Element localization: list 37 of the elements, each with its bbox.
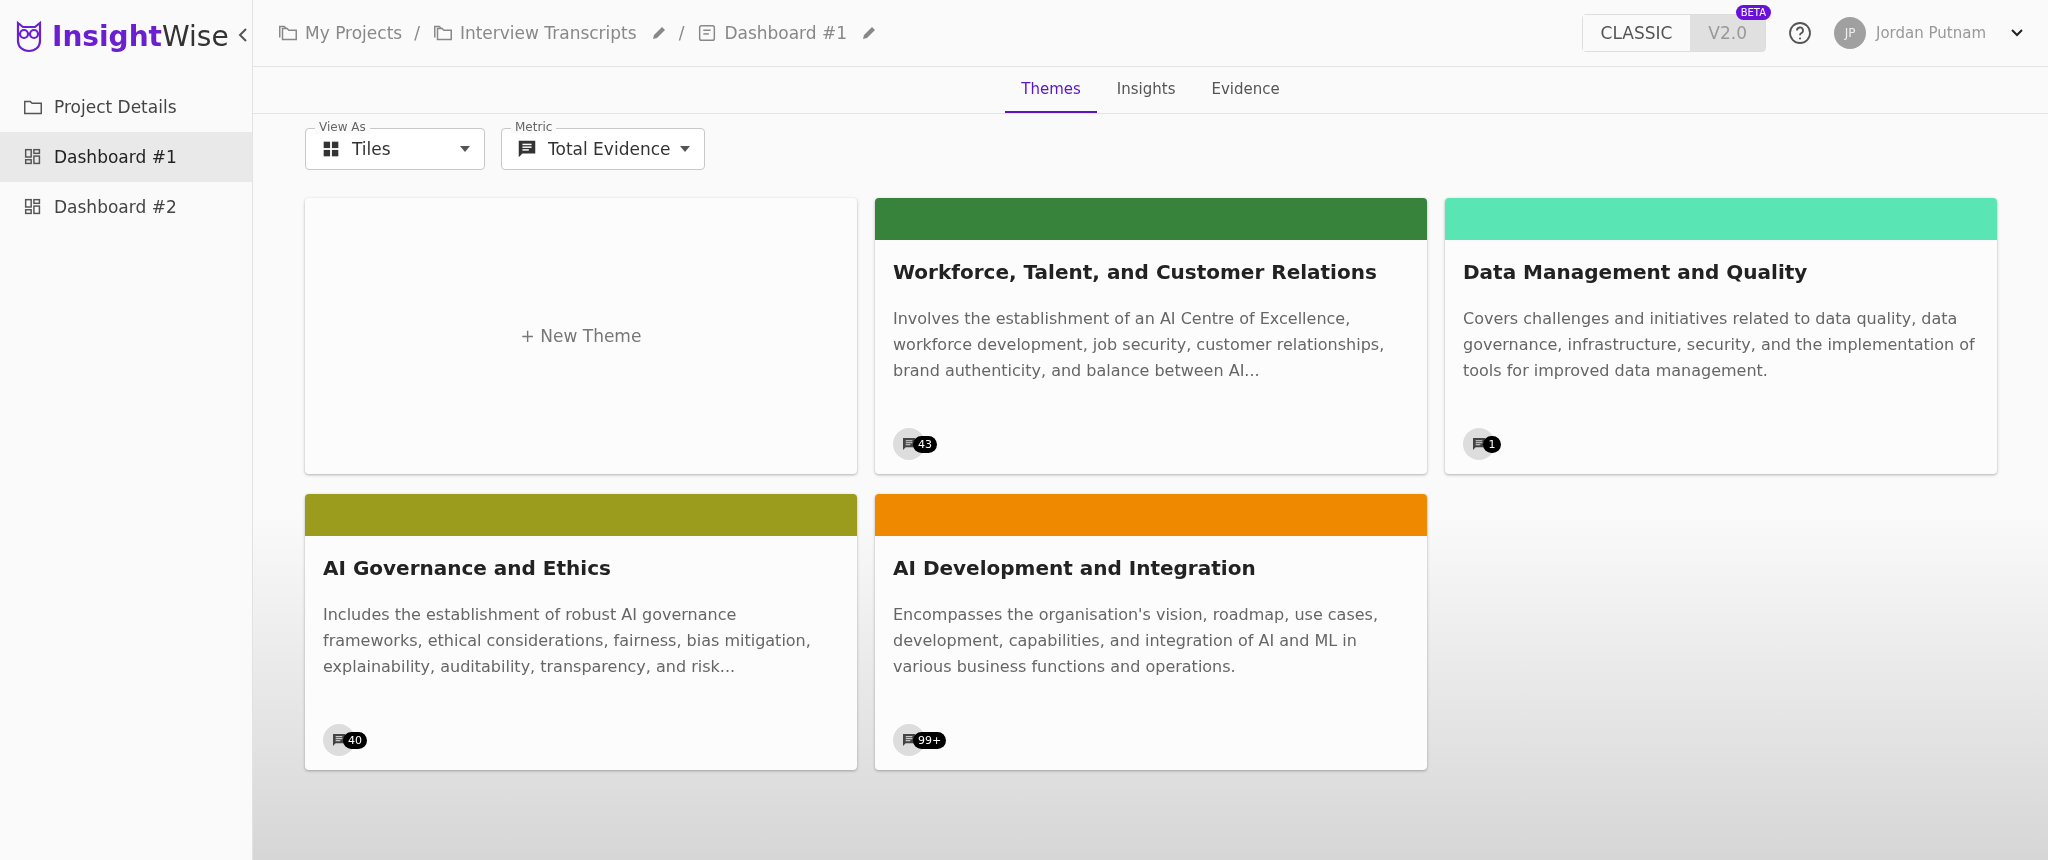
user-name: Jordan Putnam — [1876, 24, 1986, 42]
avatar: JP — [1834, 17, 1866, 49]
theme-description: Covers challenges and initiatives related to data quality, data governance, infrastructure, security, and the implementation of tools for improved data management. — [1463, 308, 1976, 382]
pencil-icon[interactable] — [861, 25, 878, 41]
app-logo: InsightWise — [52, 19, 229, 53]
new-theme-tile[interactable]: + New Theme — [305, 198, 857, 474]
theme-description: Encompasses the organisation's vision, roadmap, use cases, development, capabilities, and integration of AI and ML in various business functions and operations. — [893, 604, 1379, 678]
theme-title: Workforce, Talent, and Customer Relations — [893, 260, 1378, 284]
sidebar-item[interactable]: Project Details — [0, 82, 252, 132]
theme-description: Involves the establishment of an AI Centre of Excellence, workforce development, job security, customer relationships, brand authenticity, and balance between AI... — [893, 308, 1386, 382]
theme-title: AI Development and Integration — [893, 556, 1257, 580]
sidebar-item[interactable]: Dashboard #2 — [0, 182, 252, 232]
breadcrumb-separator: / — [678, 23, 685, 43]
tab[interactable]: Insights — [1100, 67, 1192, 113]
dropdown[interactable]: View As Tiles — [305, 120, 485, 170]
beta-badge: BETA — [1735, 5, 1771, 20]
tab[interactable]: Themes — [1005, 67, 1097, 113]
theme-card[interactable]: AI Development and Integration Encompasses the organisation's vision, roadmap, use cases, development, capabilities, and integration of AI and ML in various business functions and operations. 99+ — [875, 494, 1427, 770]
caret-icon — [680, 146, 691, 152]
sidebar-item[interactable]: Dashboard #1 — [0, 132, 252, 182]
theme-card[interactable] — [875, 198, 1427, 474]
pencil-icon[interactable] — [650, 25, 667, 41]
theme-card[interactable]: AI Governance and Ethics Includes the establishment of robust AI governance frameworks, ethical considerations, fairness, bias mitigation, explainability, auditability, transparency, and risk... 40 — [305, 494, 857, 770]
field-label: View As — [315, 120, 370, 134]
owl-icon — [14, 19, 44, 53]
breadcrumb-link[interactable]: Dashboard #1 — [696, 22, 848, 44]
theme-card[interactable]: Data Management and Quality Covers challenges and initiatives related to data quality, data governance, infrastructure, security, and the implementation of tools for improved data management. 1 — [1445, 198, 1997, 474]
theme-description: Includes the establishment of robust AI governance frameworks, ethical considerations, fairness, bias mitigation, explainability, auditability, transparency, and risk... — [323, 604, 812, 678]
dropdown[interactable]: Metric Total Evidence — [501, 120, 706, 170]
tab[interactable]: Evidence — [1195, 67, 1296, 113]
help-icon[interactable] — [1788, 21, 1812, 45]
caret-icon — [460, 146, 470, 152]
count-badge: 99+ — [913, 731, 947, 749]
field-label: Metric — [511, 120, 557, 134]
breadcrumb-separator: / — [414, 23, 420, 43]
theme-title: AI Governance and Ethics — [323, 556, 612, 580]
theme-title: Data Management and Quality — [1463, 260, 1809, 284]
